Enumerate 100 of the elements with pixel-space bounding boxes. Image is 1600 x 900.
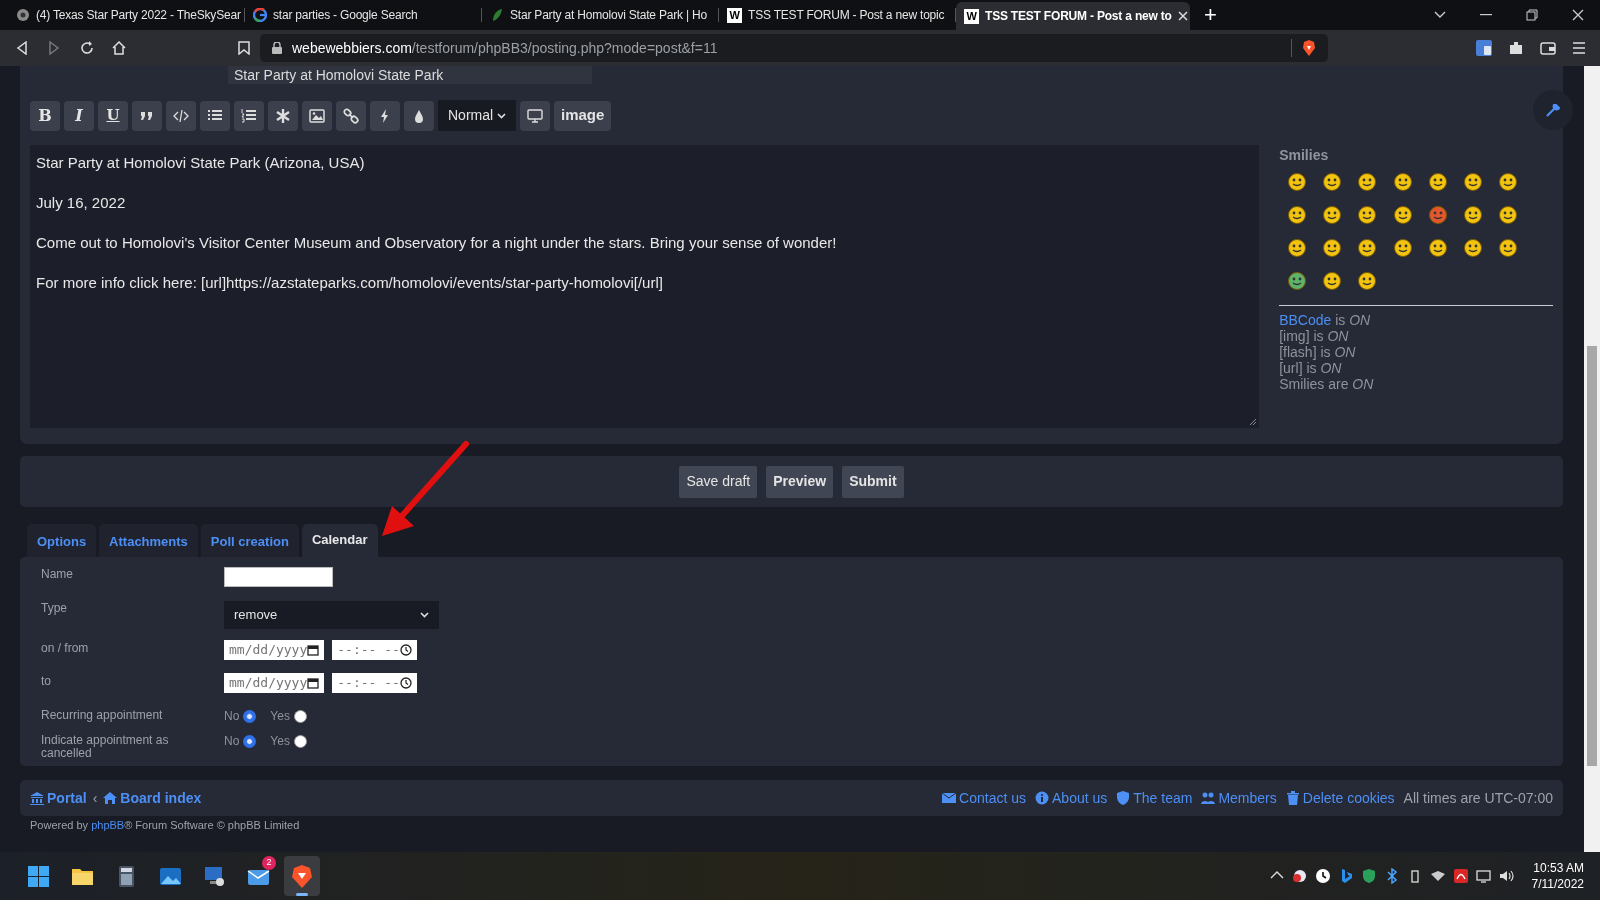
footer-link[interactable]: About us <box>1035 787 1108 809</box>
toolbar-button[interactable] <box>370 100 400 131</box>
form-tab[interactable]: Poll creation <box>200 524 299 557</box>
new-tab-button[interactable]: + <box>1190 0 1231 30</box>
toolbar-button[interactable] <box>404 100 434 131</box>
forward-icon[interactable] <box>48 41 60 55</box>
smiley-icon[interactable] <box>1392 203 1413 227</box>
smiley-icon[interactable] <box>1427 203 1448 227</box>
breadcrumb-link[interactable]: Portal <box>30 787 87 809</box>
form-button[interactable]: Preview <box>766 465 834 498</box>
smiley-icon[interactable] <box>1357 269 1378 293</box>
reload-icon[interactable] <box>80 41 94 55</box>
toolbar-button[interactable] <box>520 100 550 131</box>
smiley-icon[interactable] <box>1357 203 1378 227</box>
smiley-icon[interactable] <box>1322 236 1343 260</box>
bookmark-icon[interactable] <box>238 41 250 55</box>
smiley-icon[interactable] <box>1322 203 1343 227</box>
pdf-icon[interactable] <box>1452 868 1469 884</box>
lion-shield-icon[interactable] <box>1302 40 1316 56</box>
smiley-icon[interactable] <box>1462 170 1483 194</box>
toolbar-button[interactable] <box>336 100 366 131</box>
time-field[interactable]: --:-- -- <box>332 673 417 693</box>
smiley-icon[interactable] <box>1462 236 1483 260</box>
smiley-icon[interactable] <box>1287 269 1308 293</box>
browser-tab[interactable]: W TSS TEST FORUM - Post a new topic <box>719 0 955 30</box>
resize-grip-icon[interactable] <box>1249 418 1258 426</box>
name-field[interactable] <box>224 567 333 587</box>
address-bar[interactable]: webewebbiers.com/testforum/phpBB3/posting.php?mode=post&f=11 <box>260 34 1328 62</box>
radio-button[interactable] <box>293 709 307 723</box>
clock-time[interactable]: 10:53 AM <box>1533 860 1584 876</box>
footer-link[interactable]: Contact us <box>942 787 1026 809</box>
taskbar-button[interactable]: 2 <box>240 856 276 896</box>
toolbar-button[interactable] <box>302 100 332 131</box>
translate-icon[interactable] <box>1476 40 1492 56</box>
subject-field[interactable]: Star Party at Homolovi State Park <box>228 66 592 84</box>
clock-date[interactable]: 7/11/2022 <box>1531 876 1584 892</box>
footer-link[interactable]: The team <box>1116 787 1193 809</box>
toolbar-button[interactable] <box>132 100 162 131</box>
date-field[interactable]: mm/dd/yyyy <box>224 640 325 660</box>
menu-icon[interactable] <box>1572 42 1586 54</box>
radio-button[interactable] <box>243 734 257 748</box>
wallet-icon[interactable] <box>1540 41 1556 55</box>
smiley-icon[interactable] <box>1322 269 1343 293</box>
toolbar-button[interactable]: B <box>30 100 60 131</box>
minimize-icon[interactable] <box>1480 14 1492 16</box>
form-tab[interactable]: Options <box>27 524 97 557</box>
footer-link[interactable]: Members <box>1201 787 1277 809</box>
bbcode-link[interactable]: BBCode <box>1279 312 1332 328</box>
clock-icon[interactable] <box>1314 868 1331 884</box>
form-tab[interactable]: Attachments <box>99 524 198 557</box>
back-icon[interactable] <box>16 41 28 55</box>
restore-icon[interactable] <box>1526 9 1538 21</box>
speaker-icon[interactable] <box>1498 868 1515 884</box>
smiley-icon[interactable] <box>1287 170 1308 194</box>
smiley-icon[interactable] <box>1287 203 1308 227</box>
footer-link[interactable]: Delete cookies <box>1285 787 1395 809</box>
toolbar-button[interactable] <box>234 100 264 131</box>
home-icon[interactable] <box>112 41 126 55</box>
form-button[interactable]: Save draft <box>679 465 758 498</box>
toolbar-button[interactable] <box>268 100 298 131</box>
toolbar-button[interactable] <box>166 100 196 131</box>
smiley-icon[interactable] <box>1322 170 1343 194</box>
smiley-icon[interactable] <box>1392 236 1413 260</box>
smiley-icon[interactable] <box>1392 170 1413 194</box>
date-field[interactable]: mm/dd/yyyy <box>224 673 325 693</box>
toolbar-button[interactable]: U <box>98 100 128 131</box>
toolbar-button[interactable] <box>200 100 230 131</box>
scrollbar[interactable] <box>1584 66 1600 852</box>
close-icon[interactable] <box>1572 9 1584 21</box>
phpbb-link[interactable]: phpBB <box>91 819 125 831</box>
shield-check-icon[interactable] <box>1360 868 1377 884</box>
type-select[interactable]: remove <box>224 601 439 629</box>
toolbar-button[interactable]: I <box>64 100 94 131</box>
smiley-icon[interactable] <box>1498 236 1519 260</box>
chevron-down-icon[interactable] <box>1434 11 1446 19</box>
radio-button[interactable] <box>243 709 257 723</box>
form-tab[interactable]: Calendar <box>301 524 378 557</box>
smiley-icon[interactable] <box>1357 236 1378 260</box>
browser-tab[interactable]: W TSS TEST FORUM - Post a new to <box>956 2 1190 30</box>
puzzle-icon[interactable] <box>1508 40 1524 56</box>
breadcrumb-link[interactable]: Board index <box>103 787 202 809</box>
browser-tab[interactable]: (4) Texas Star Party 2022 - TheSkySear <box>8 0 244 30</box>
smiley-icon[interactable] <box>1357 170 1378 194</box>
taskbar-button[interactable] <box>284 856 320 896</box>
font-size-select[interactable]: Normal <box>438 100 516 131</box>
browser-tab[interactable]: star parties - Google Search <box>245 0 481 30</box>
message-textarea[interactable] <box>30 145 1260 428</box>
browser-tab[interactable]: Star Party at Homolovi State Park | Ho <box>482 0 718 30</box>
smiley-icon[interactable] <box>1462 203 1483 227</box>
smiley-icon[interactable] <box>1427 170 1448 194</box>
smiley-icon[interactable] <box>1427 236 1448 260</box>
toolbar-button[interactable]: image <box>554 100 612 131</box>
tools-button[interactable] <box>1533 90 1573 130</box>
smiley-icon[interactable] <box>1498 170 1519 194</box>
close-icon[interactable] <box>1177 11 1188 21</box>
form-button[interactable]: Submit <box>842 465 904 498</box>
time-field[interactable]: --:-- -- <box>332 640 417 660</box>
smiley-icon[interactable] <box>1498 203 1519 227</box>
radio-button[interactable] <box>293 734 307 748</box>
smiley-icon[interactable] <box>1287 236 1308 260</box>
